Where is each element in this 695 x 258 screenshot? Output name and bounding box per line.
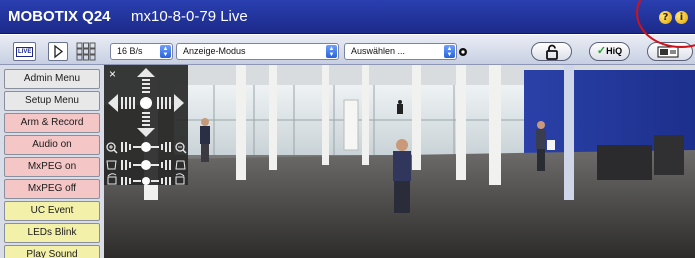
zoom-slider xyxy=(106,142,187,154)
uc-event-button[interactable]: UC Event xyxy=(4,201,100,221)
check-icon: ✓ xyxy=(596,45,607,57)
hiq-label: HiQ xyxy=(606,46,623,56)
camera-name: mx10-8-0-79 Live xyxy=(131,8,248,25)
mxpeg-off-button[interactable]: MxPEG off xyxy=(4,179,100,199)
rotate-slider xyxy=(107,173,185,185)
title-bar: MOBOTIX Q24 mx10-8-0-79 Live ? i xyxy=(0,0,695,34)
live-button[interactable]: LIVE xyxy=(13,42,36,61)
multiview-button[interactable] xyxy=(76,42,96,61)
grid-icon xyxy=(76,42,96,61)
display-mode-select[interactable]: Anzeige-Modus ▲ ▼ xyxy=(176,43,339,60)
live-video[interactable] xyxy=(104,65,695,258)
pan-up-icon xyxy=(137,68,155,93)
leds-blink-button[interactable]: LEDs Blink xyxy=(4,223,100,243)
perspective-slider xyxy=(106,160,186,170)
ptz-control-panel: × xyxy=(104,65,188,185)
toolbar: LIVE 16 B/s ▲ ▼ Anzeige-Modus ▲ ▼ Auswähle… xyxy=(0,35,695,65)
admin-menu-button[interactable]: Admin Menu xyxy=(4,69,100,89)
frame-rate-select[interactable]: 16 B/s ▲ ▼ xyxy=(110,43,173,60)
play-sound-button[interactable]: Play Sound xyxy=(4,245,100,258)
setup-menu-button[interactable]: Setup Menu xyxy=(4,91,100,111)
pan-right-icon xyxy=(174,94,184,112)
mxpeg-on-button[interactable]: MxPEG on xyxy=(4,157,100,177)
play-icon xyxy=(54,44,64,59)
arm-record-button[interactable]: Arm & Record xyxy=(4,113,100,133)
unlock-button[interactable] xyxy=(531,42,572,61)
audio-on-button[interactable]: Audio on xyxy=(4,135,100,155)
frame-rate-value: 16 B/s xyxy=(117,46,143,56)
action-value: Auswählen ... xyxy=(351,46,406,56)
sidebar: Admin Menu Setup Menu Arm & Record Audio… xyxy=(0,65,104,258)
live-label: LIVE xyxy=(16,47,34,57)
select-arrow-icon: ▲ ▼ xyxy=(160,45,171,58)
pan-center-knob xyxy=(140,97,152,109)
select-arrow-icon: ▲ ▼ xyxy=(444,45,455,58)
action-select[interactable]: Auswählen ... ▲ ▼ xyxy=(344,43,457,60)
play-button[interactable] xyxy=(48,42,68,61)
select-arrow-icon: ▲ ▼ xyxy=(326,45,337,58)
execute-icon[interactable] xyxy=(458,47,468,57)
display-mode-value: Anzeige-Modus xyxy=(183,46,246,56)
camera-image xyxy=(104,65,695,258)
pan-down-icon xyxy=(137,128,155,137)
hiq-button[interactable]: ✓HiQ xyxy=(589,42,630,61)
padlock-icon xyxy=(545,44,558,60)
brand-name: MOBOTIX Q24 xyxy=(8,8,111,25)
pan-left-icon xyxy=(108,94,118,112)
